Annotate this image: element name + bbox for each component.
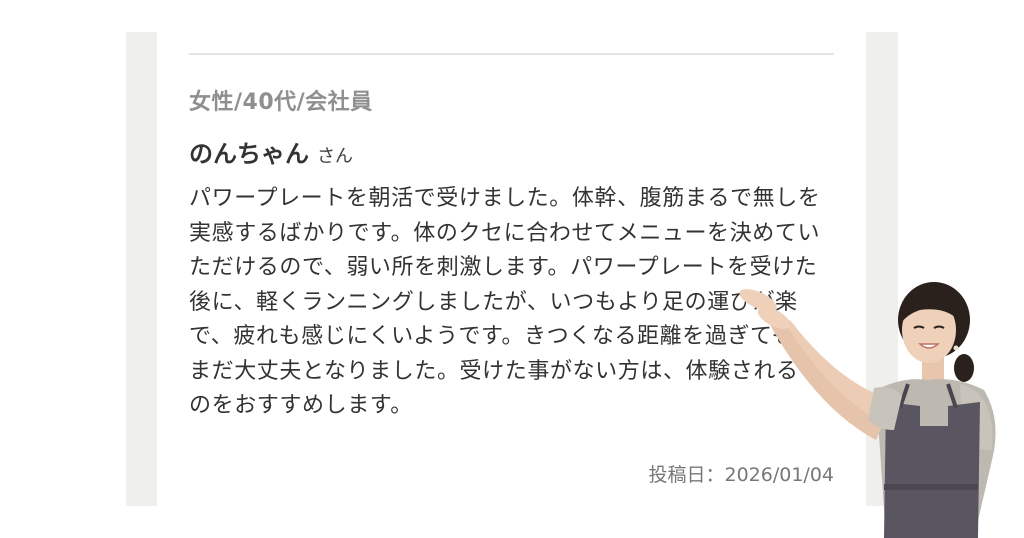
reviewer-name: のんちゃん <box>189 140 309 168</box>
reviewer-honorific: さん <box>317 146 353 167</box>
presenter-illustration <box>739 282 996 538</box>
card-frame-left <box>126 32 157 506</box>
page: 女性/40代/会社員 のんちゃん さん パワープレートを朝活で受けました。体幹、腹… <box>0 0 1024 538</box>
reviewer-name-row: のんちゃん さん <box>189 134 353 169</box>
reviewer-demographics: 女性/40代/会社員 <box>189 90 373 115</box>
top-divider <box>189 53 834 55</box>
